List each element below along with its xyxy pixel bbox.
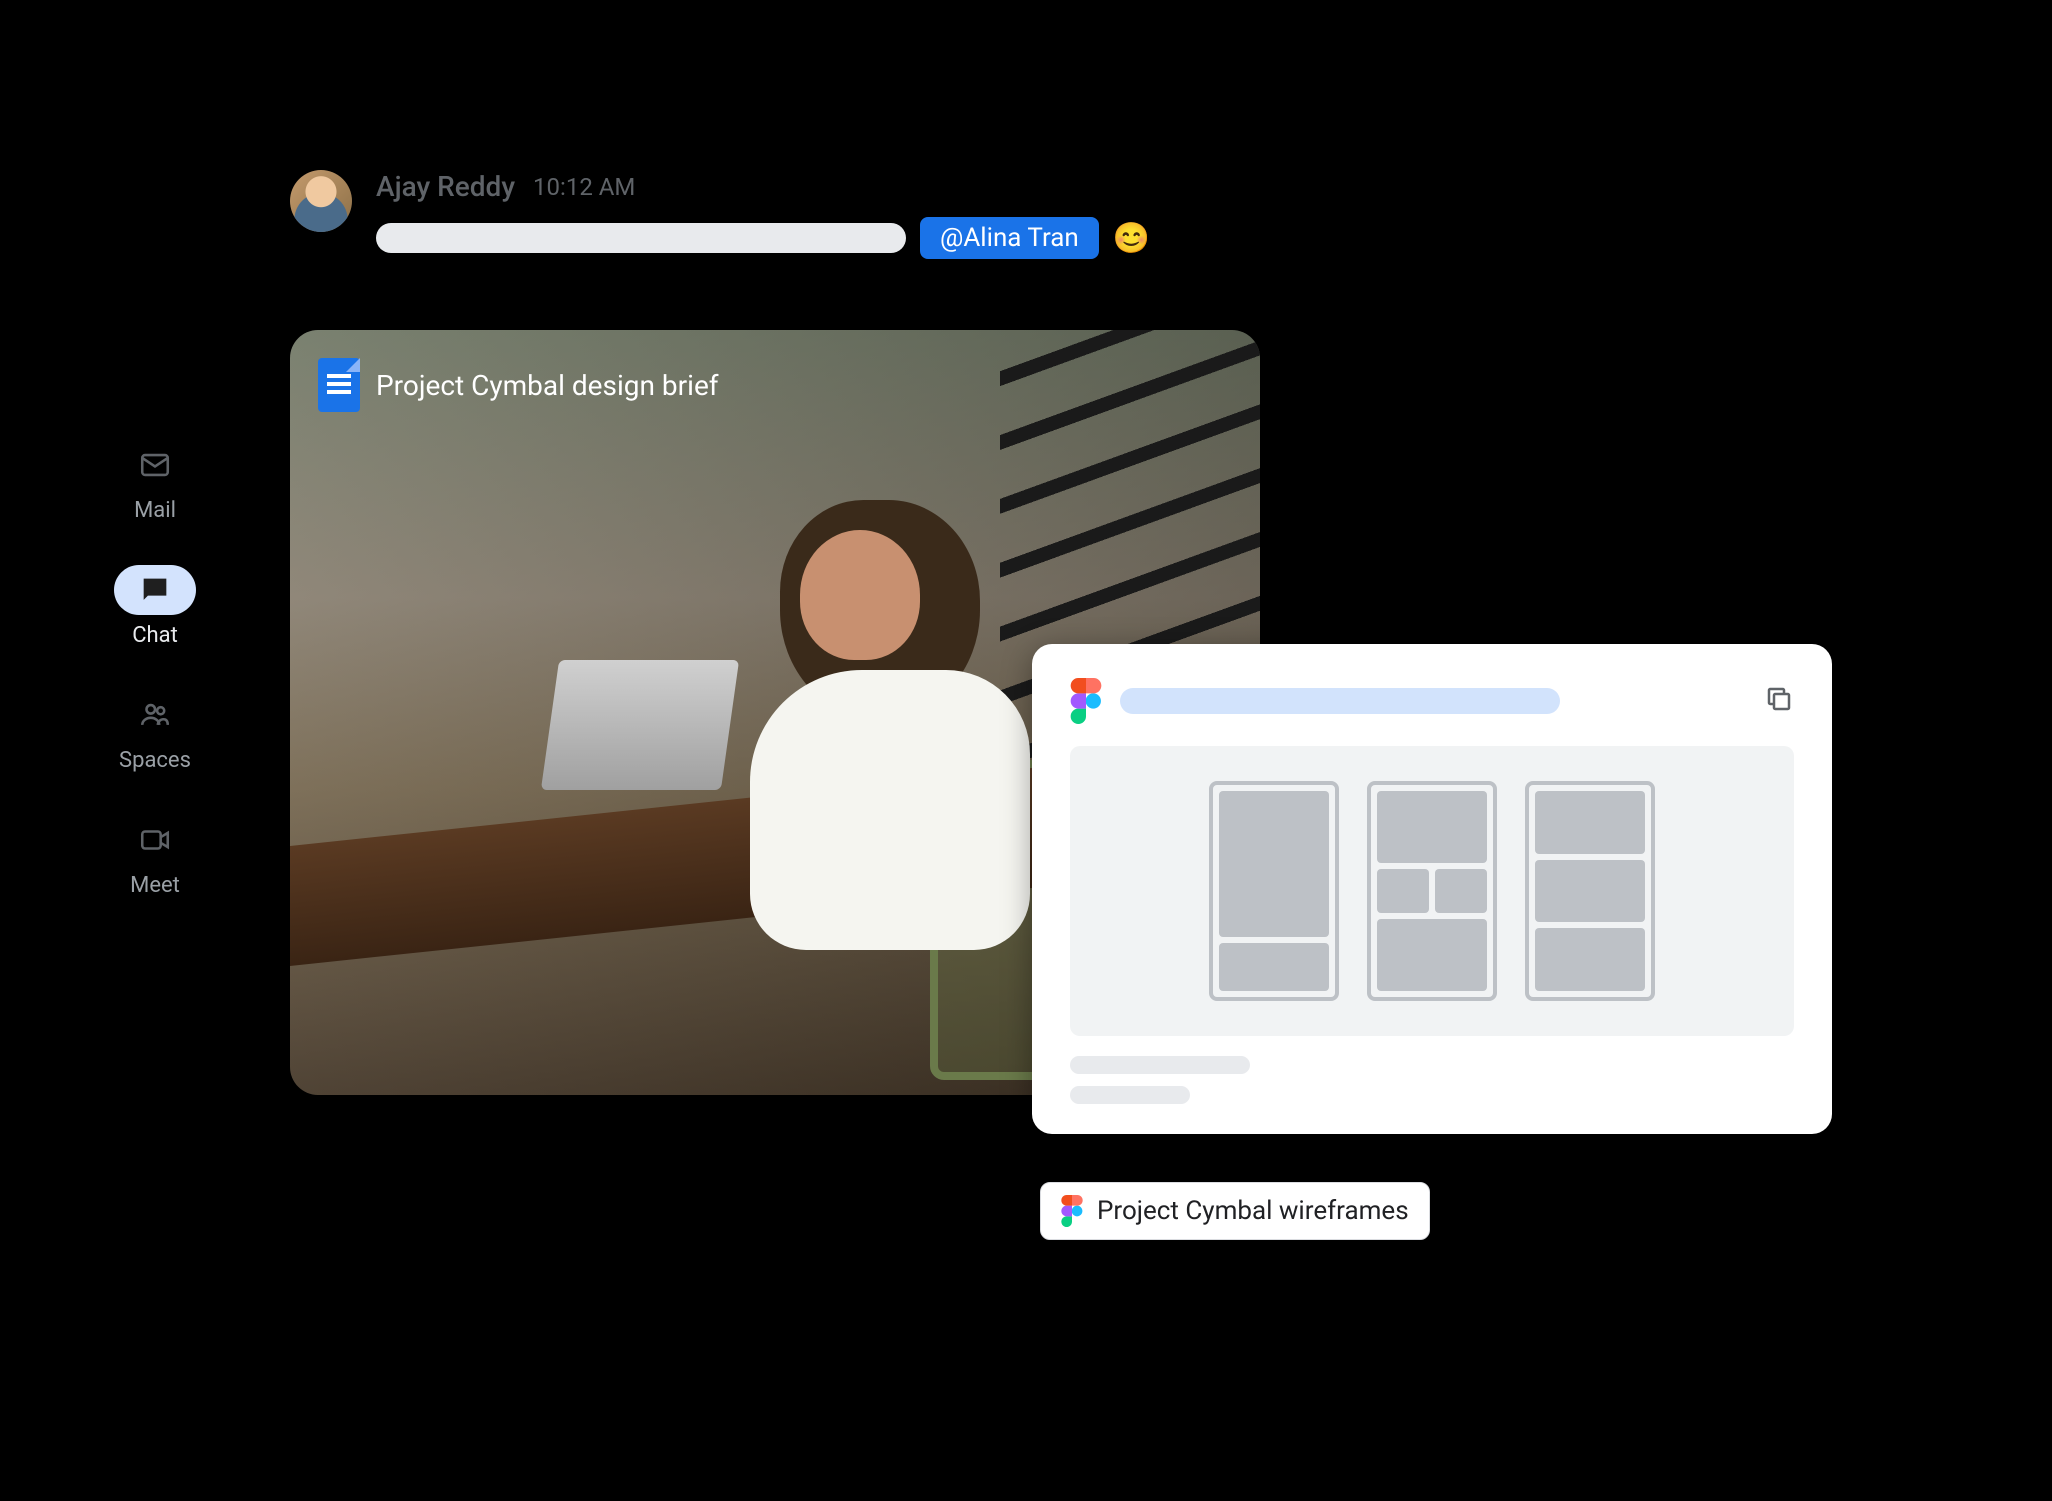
chat-icon (114, 565, 196, 615)
figma-preview-card[interactable] (1032, 644, 1832, 1134)
figma-icon (1061, 1195, 1083, 1227)
nav-spaces[interactable]: Spaces (114, 690, 196, 773)
emoji-reaction[interactable]: 😊 (1113, 221, 1150, 256)
doc-title-chip[interactable]: Project Cymbal design brief (318, 358, 719, 412)
figma-meta-placeholder (1070, 1056, 1794, 1104)
message-author[interactable]: Ajay Reddy (376, 170, 515, 203)
avatar[interactable] (290, 170, 352, 232)
nav-label: Spaces (119, 748, 191, 773)
nav-label: Chat (132, 623, 178, 648)
google-docs-icon (318, 358, 360, 412)
meet-icon (114, 815, 196, 865)
figma-icon (1070, 678, 1102, 724)
figma-title-placeholder (1120, 688, 1560, 714)
nav-meet[interactable]: Meet (114, 815, 196, 898)
nav-label: Meet (130, 873, 180, 898)
spaces-icon (114, 690, 196, 740)
nav-chat[interactable]: Chat (114, 565, 196, 648)
wireframe-thumbnail (1070, 746, 1794, 1036)
mention-chip[interactable]: @Alina Tran (920, 217, 1099, 259)
message-timestamp: 10:12 AM (533, 173, 635, 201)
app-sidebar: Mail Chat Spaces Meet (95, 440, 215, 898)
nav-label: Mail (134, 498, 176, 523)
message-text-placeholder (376, 223, 906, 253)
copy-icon[interactable] (1764, 684, 1794, 718)
figma-file-chip[interactable]: Project Cymbal wireframes (1040, 1182, 1430, 1240)
figma-chip-label: Project Cymbal wireframes (1097, 1196, 1409, 1226)
nav-mail[interactable]: Mail (114, 440, 196, 523)
doc-title: Project Cymbal design brief (376, 369, 719, 402)
chat-message: Ajay Reddy 10:12 AM @Alina Tran 😊 (290, 170, 1150, 259)
mail-icon (114, 440, 196, 490)
